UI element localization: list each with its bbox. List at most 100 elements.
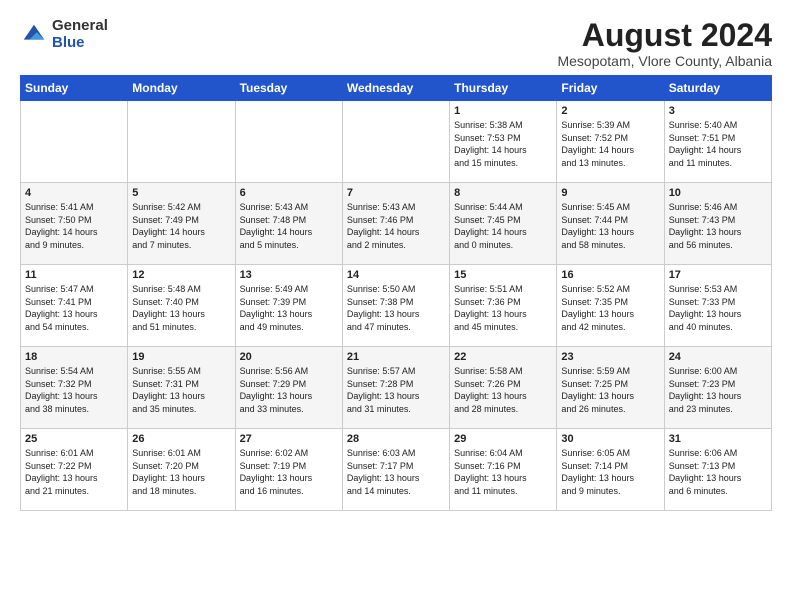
cell-content: Sunrise: 5:52 AM Sunset: 7:35 PM Dayligh… bbox=[561, 283, 659, 333]
calendar-cell: 16 Sunrise: 5:52 AM Sunset: 7:35 PM Dayli… bbox=[557, 265, 664, 347]
week-row-2: 4Sunrise: 5:41 AM Sunset: 7:50 PM Daylig… bbox=[21, 183, 772, 265]
col-header-saturday: Saturday bbox=[664, 76, 771, 101]
day-number: 19 bbox=[132, 351, 230, 363]
calendar-cell bbox=[235, 101, 342, 183]
cell-content: Sunrise: 6:01 AM Sunset: 7:20 PM Dayligh… bbox=[132, 447, 230, 497]
cell-content: Sunrise: 6:00 AM Sunset: 7:23 PM Dayligh… bbox=[669, 365, 767, 415]
day-number: 9 bbox=[561, 187, 659, 199]
day-number: 29 bbox=[454, 433, 552, 445]
calendar-cell: 14Sunrise: 5:50 AM Sunset: 7:38 PM Dayli… bbox=[342, 265, 449, 347]
calendar-cell: 25 Sunrise: 6:01 AM Sunset: 7:22 PM Dayli… bbox=[21, 429, 128, 511]
day-number: 27 bbox=[240, 433, 338, 445]
calendar-cell bbox=[128, 101, 235, 183]
cell-content: Sunrise: 5:47 AM Sunset: 7:41 PM Dayligh… bbox=[25, 283, 123, 333]
calendar-cell: 29 Sunrise: 6:04 AM Sunset: 7:16 PM Dayli… bbox=[450, 429, 557, 511]
day-number: 31 bbox=[669, 433, 767, 445]
cell-content: Sunrise: 6:04 AM Sunset: 7:16 PM Dayligh… bbox=[454, 447, 552, 497]
cell-content: Sunrise: 5:43 AM Sunset: 7:46 PM Dayligh… bbox=[347, 201, 445, 251]
week-row-1: 1 Sunrise: 5:38 AM Sunset: 7:53 PM Daylig… bbox=[21, 101, 772, 183]
day-number: 11 bbox=[25, 269, 123, 281]
day-number: 28 bbox=[347, 433, 445, 445]
day-number: 25 bbox=[25, 433, 123, 445]
logo-text: General Blue bbox=[52, 18, 108, 51]
calendar-cell: 11 Sunrise: 5:47 AM Sunset: 7:41 PM Dayli… bbox=[21, 265, 128, 347]
day-number: 26 bbox=[132, 433, 230, 445]
cell-content: Sunrise: 6:01 AM Sunset: 7:22 PM Dayligh… bbox=[25, 447, 123, 497]
logo-general-text: General bbox=[52, 18, 108, 35]
day-number: 16 bbox=[561, 269, 659, 281]
day-number: 3 bbox=[669, 105, 767, 117]
calendar-cell: 1 Sunrise: 5:38 AM Sunset: 7:53 PM Daylig… bbox=[450, 101, 557, 183]
calendar-cell: 9Sunrise: 5:45 AM Sunset: 7:44 PM Daylig… bbox=[557, 183, 664, 265]
logo: General Blue bbox=[20, 18, 108, 51]
calendar-cell: 17Sunrise: 5:53 AM Sunset: 7:33 PM Dayli… bbox=[664, 265, 771, 347]
calendar-cell bbox=[21, 101, 128, 183]
calendar-cell: 26 Sunrise: 6:01 AM Sunset: 7:20 PM Dayli… bbox=[128, 429, 235, 511]
week-row-5: 25 Sunrise: 6:01 AM Sunset: 7:22 PM Dayli… bbox=[21, 429, 772, 511]
cell-content: Sunrise: 5:43 AM Sunset: 7:48 PM Dayligh… bbox=[240, 201, 338, 251]
month-year-title: August 2024 bbox=[557, 18, 772, 53]
calendar-table: SundayMondayTuesdayWednesdayThursdayFrid… bbox=[20, 75, 772, 511]
calendar-cell: 19 Sunrise: 5:55 AM Sunset: 7:31 PM Dayli… bbox=[128, 347, 235, 429]
cell-content: Sunrise: 6:05 AM Sunset: 7:14 PM Dayligh… bbox=[561, 447, 659, 497]
cell-content: Sunrise: 5:50 AM Sunset: 7:38 PM Dayligh… bbox=[347, 283, 445, 333]
week-row-4: 18Sunrise: 5:54 AM Sunset: 7:32 PM Dayli… bbox=[21, 347, 772, 429]
calendar-cell: 7Sunrise: 5:43 AM Sunset: 7:46 PM Daylig… bbox=[342, 183, 449, 265]
cell-content: Sunrise: 6:06 AM Sunset: 7:13 PM Dayligh… bbox=[669, 447, 767, 497]
calendar-cell: 27 Sunrise: 6:02 AM Sunset: 7:19 PM Dayli… bbox=[235, 429, 342, 511]
cell-content: Sunrise: 6:02 AM Sunset: 7:19 PM Dayligh… bbox=[240, 447, 338, 497]
cell-content: Sunrise: 5:59 AM Sunset: 7:25 PM Dayligh… bbox=[561, 365, 659, 415]
calendar-cell: 10Sunrise: 5:46 AM Sunset: 7:43 PM Dayli… bbox=[664, 183, 771, 265]
calendar-cell: 12 Sunrise: 5:48 AM Sunset: 7:40 PM Dayli… bbox=[128, 265, 235, 347]
day-number: 13 bbox=[240, 269, 338, 281]
day-number: 12 bbox=[132, 269, 230, 281]
calendar-cell: 2Sunrise: 5:39 AM Sunset: 7:52 PM Daylig… bbox=[557, 101, 664, 183]
cell-content: Sunrise: 5:49 AM Sunset: 7:39 PM Dayligh… bbox=[240, 283, 338, 333]
cell-content: Sunrise: 5:56 AM Sunset: 7:29 PM Dayligh… bbox=[240, 365, 338, 415]
cell-content: Sunrise: 5:46 AM Sunset: 7:43 PM Dayligh… bbox=[669, 201, 767, 251]
day-number: 6 bbox=[240, 187, 338, 199]
logo-icon bbox=[20, 21, 48, 49]
cell-content: Sunrise: 5:55 AM Sunset: 7:31 PM Dayligh… bbox=[132, 365, 230, 415]
logo-blue-text: Blue bbox=[52, 35, 108, 52]
calendar-cell: 15Sunrise: 5:51 AM Sunset: 7:36 PM Dayli… bbox=[450, 265, 557, 347]
title-block: August 2024 Mesopotam, Vlore County, Alb… bbox=[557, 18, 772, 69]
col-header-monday: Monday bbox=[128, 76, 235, 101]
col-header-tuesday: Tuesday bbox=[235, 76, 342, 101]
day-number: 24 bbox=[669, 351, 767, 363]
calendar-cell: 30 Sunrise: 6:05 AM Sunset: 7:14 PM Dayli… bbox=[557, 429, 664, 511]
calendar-cell: 4Sunrise: 5:41 AM Sunset: 7:50 PM Daylig… bbox=[21, 183, 128, 265]
cell-content: Sunrise: 5:48 AM Sunset: 7:40 PM Dayligh… bbox=[132, 283, 230, 333]
day-number: 23 bbox=[561, 351, 659, 363]
cell-content: Sunrise: 5:57 AM Sunset: 7:28 PM Dayligh… bbox=[347, 365, 445, 415]
day-number: 8 bbox=[454, 187, 552, 199]
calendar-cell: 28 Sunrise: 6:03 AM Sunset: 7:17 PM Dayli… bbox=[342, 429, 449, 511]
day-number: 1 bbox=[454, 105, 552, 117]
calendar-cell: 31 Sunrise: 6:06 AM Sunset: 7:13 PM Dayli… bbox=[664, 429, 771, 511]
week-row-3: 11 Sunrise: 5:47 AM Sunset: 7:41 PM Dayli… bbox=[21, 265, 772, 347]
calendar-cell: 3 Sunrise: 5:40 AM Sunset: 7:51 PM Daylig… bbox=[664, 101, 771, 183]
col-header-sunday: Sunday bbox=[21, 76, 128, 101]
day-number: 21 bbox=[347, 351, 445, 363]
calendar-cell: 23 Sunrise: 5:59 AM Sunset: 7:25 PM Dayli… bbox=[557, 347, 664, 429]
calendar-cell: 20Sunrise: 5:56 AM Sunset: 7:29 PM Dayli… bbox=[235, 347, 342, 429]
cell-content: Sunrise: 6:03 AM Sunset: 7:17 PM Dayligh… bbox=[347, 447, 445, 497]
calendar-cell: 5 Sunrise: 5:42 AM Sunset: 7:49 PM Daylig… bbox=[128, 183, 235, 265]
cell-content: Sunrise: 5:38 AM Sunset: 7:53 PM Dayligh… bbox=[454, 119, 552, 169]
cell-content: Sunrise: 5:44 AM Sunset: 7:45 PM Dayligh… bbox=[454, 201, 552, 251]
day-number: 4 bbox=[25, 187, 123, 199]
col-header-thursday: Thursday bbox=[450, 76, 557, 101]
col-header-friday: Friday bbox=[557, 76, 664, 101]
cell-content: Sunrise: 5:39 AM Sunset: 7:52 PM Dayligh… bbox=[561, 119, 659, 169]
calendar-cell bbox=[342, 101, 449, 183]
calendar-cell: 8 Sunrise: 5:44 AM Sunset: 7:45 PM Daylig… bbox=[450, 183, 557, 265]
day-number: 17 bbox=[669, 269, 767, 281]
calendar-cell: 21 Sunrise: 5:57 AM Sunset: 7:28 PM Dayli… bbox=[342, 347, 449, 429]
day-number: 18 bbox=[25, 351, 123, 363]
cell-content: Sunrise: 5:42 AM Sunset: 7:49 PM Dayligh… bbox=[132, 201, 230, 251]
day-number: 5 bbox=[132, 187, 230, 199]
day-number: 30 bbox=[561, 433, 659, 445]
page-container: General Blue August 2024 Mesopotam, Vlor… bbox=[0, 0, 792, 521]
cell-content: Sunrise: 5:40 AM Sunset: 7:51 PM Dayligh… bbox=[669, 119, 767, 169]
col-header-wednesday: Wednesday bbox=[342, 76, 449, 101]
